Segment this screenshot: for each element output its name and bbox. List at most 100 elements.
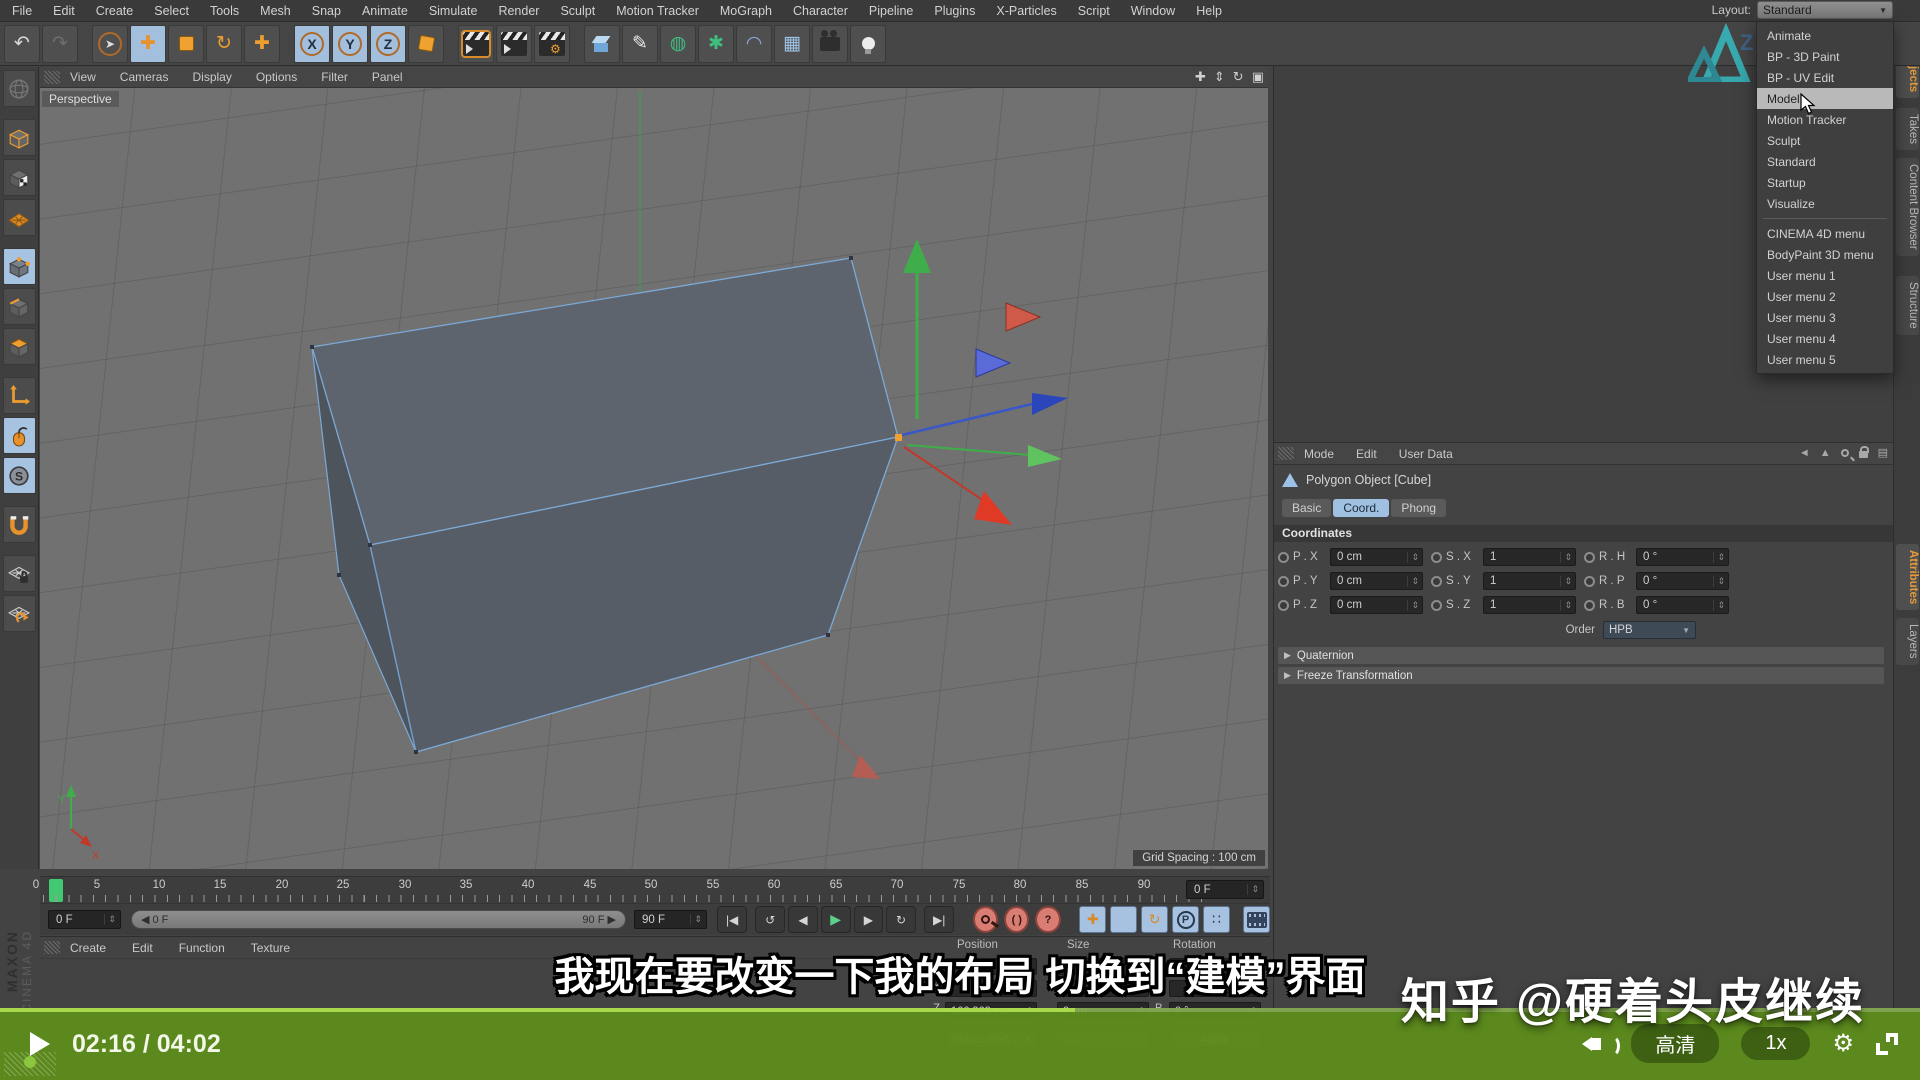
previous-key-button[interactable]: ↺	[755, 906, 785, 933]
sx-field[interactable]: 1⇕	[1483, 548, 1576, 566]
add-mograph-button[interactable]: ✱	[698, 25, 734, 63]
menu-pipeline[interactable]: Pipeline	[869, 4, 913, 18]
redo-button[interactable]: ↷	[42, 25, 78, 63]
texture-mode-button[interactable]	[3, 159, 36, 196]
last-tool-button[interactable]: ✚	[244, 25, 280, 63]
key-position-toggle[interactable]: ✚	[1079, 906, 1106, 933]
stepper-icon[interactable]: ⇕	[104, 914, 116, 925]
px-field[interactable]: 0 cm⇕	[1330, 548, 1423, 566]
pz-field[interactable]: 0 cm⇕	[1330, 596, 1423, 614]
layout-item-user-menu-3[interactable]: User menu 3	[1757, 307, 1893, 328]
menu-help[interactable]: Help	[1196, 4, 1222, 18]
end-frame-field[interactable]: 90 F⇕	[634, 910, 707, 929]
menu-window[interactable]: Window	[1131, 4, 1175, 18]
move-tool-button[interactable]: ✚	[130, 25, 166, 63]
layout-item-model[interactable]: Model	[1757, 88, 1893, 109]
menu-file[interactable]: File	[12, 4, 32, 18]
scale-tool-button[interactable]	[168, 25, 204, 63]
tab-attributes[interactable]: Attributes	[1896, 544, 1919, 610]
add-camera-button[interactable]	[812, 25, 848, 63]
lock-icon[interactable]	[1859, 451, 1868, 458]
layout-item-user-menu-5[interactable]: User menu 5	[1757, 349, 1893, 370]
panel-grip[interactable]	[44, 71, 60, 84]
player-settings-icon[interactable]: ⚙	[1832, 1029, 1854, 1058]
previous-frame-button[interactable]: ◀	[788, 906, 818, 933]
rb-field[interactable]: 0 °⇕	[1636, 596, 1729, 614]
planar-workplane-button[interactable]	[3, 595, 36, 632]
viewport-zoom-icon[interactable]: ⇕	[1214, 69, 1225, 85]
keyframe-selection-button[interactable]: ?	[1035, 906, 1060, 933]
lock-workplane-button[interactable]	[3, 555, 36, 592]
viewport-menu-display[interactable]: Display	[192, 70, 231, 84]
menu-create[interactable]: Create	[96, 4, 134, 18]
layout-item-startup[interactable]: Startup	[1757, 172, 1893, 193]
key-circle-icon[interactable]	[1584, 576, 1595, 587]
viewport-menu-cameras[interactable]: Cameras	[120, 70, 169, 84]
tab-phong[interactable]: Phong	[1391, 499, 1446, 517]
add-environment-button[interactable]: ▦	[774, 25, 810, 63]
stepper-icon[interactable]: ⇕	[1713, 552, 1725, 563]
key-parameter-toggle[interactable]: P	[1172, 906, 1199, 933]
stepper-icon[interactable]: ⇕	[1713, 576, 1725, 587]
next-frame-button[interactable]: ▶	[854, 906, 884, 933]
menu-sculpt[interactable]: Sculpt	[560, 4, 595, 18]
layout-item-animate[interactable]: Animate	[1757, 25, 1893, 46]
stepper-icon[interactable]: ⇕	[1407, 600, 1419, 611]
viewport-solo-button[interactable]	[3, 417, 36, 454]
viewport-menu-view[interactable]: View	[70, 70, 96, 84]
snapping-toggle-button[interactable]	[3, 506, 36, 543]
lock-x-axis-button[interactable]: X	[294, 25, 330, 63]
stepper-icon[interactable]: ⇕	[1407, 576, 1419, 587]
viewport-menu-panel[interactable]: Panel	[372, 70, 403, 84]
autokey-button[interactable]: ( )	[1004, 906, 1029, 933]
layout-item-cinema4d-menu[interactable]: CINEMA 4D menu	[1757, 223, 1893, 244]
current-frame-field[interactable]: 0 F⇕	[48, 910, 121, 929]
workplane-mode-button[interactable]	[3, 199, 36, 236]
layout-item-bodypaint-menu[interactable]: BodyPaint 3D menu	[1757, 244, 1893, 265]
stepper-icon[interactable]: ⇕	[1560, 576, 1572, 587]
stepper-icon[interactable]: ⇕	[1713, 600, 1725, 611]
viewport-maximize-icon[interactable]: ▣	[1252, 69, 1264, 85]
timeline-window-button[interactable]	[1243, 906, 1270, 933]
menu-snap[interactable]: Snap	[312, 4, 341, 18]
viewport-menu-options[interactable]: Options	[256, 70, 297, 84]
render-view-button[interactable]	[458, 25, 494, 63]
selected-point[interactable]	[895, 434, 902, 441]
add-spline-button[interactable]: ✎	[622, 25, 658, 63]
am-menu-userdata[interactable]: User Data	[1399, 447, 1453, 461]
key-scale-toggle[interactable]	[1110, 906, 1137, 933]
layout-item-bp-3d-paint[interactable]: BP - 3D Paint	[1757, 46, 1893, 67]
panel-grip[interactable]	[1278, 447, 1294, 460]
layout-item-visualize[interactable]: Visualize	[1757, 193, 1893, 214]
key-circle-icon[interactable]	[1584, 600, 1595, 611]
play-button[interactable]: ▶	[821, 906, 851, 933]
menu-tools[interactable]: Tools	[210, 4, 239, 18]
ruler-frame-field[interactable]: 0 F⇕	[1186, 880, 1264, 899]
goto-end-button[interactable]: ▶|	[924, 906, 954, 933]
add-subdivision-surface-button[interactable]: ◍	[660, 25, 696, 63]
key-circle-icon[interactable]	[1278, 600, 1289, 611]
menu-character[interactable]: Character	[793, 4, 848, 18]
key-rotation-toggle[interactable]: ↻	[1141, 906, 1168, 933]
key-circle-icon[interactable]	[1584, 552, 1595, 563]
coordinates-section-header[interactable]: Coordinates	[1274, 525, 1894, 542]
stepper-icon[interactable]: ⇕	[690, 914, 702, 925]
menu-mesh[interactable]: Mesh	[260, 4, 291, 18]
key-circle-icon[interactable]	[1431, 600, 1442, 611]
lock-z-axis-button[interactable]: Z	[370, 25, 406, 63]
stepper-icon[interactable]: ⇕	[1407, 552, 1419, 563]
key-circle-icon[interactable]	[1278, 576, 1289, 587]
menu-animate[interactable]: Animate	[362, 4, 408, 18]
viewport-orbit-icon[interactable]: ↻	[1233, 69, 1244, 85]
menu-edit[interactable]: Edit	[53, 4, 75, 18]
rotate-tool-button[interactable]: ↻	[206, 25, 242, 63]
add-deformer-button[interactable]: ◠	[736, 25, 772, 63]
am-menu-mode[interactable]: Mode	[1304, 447, 1334, 461]
tab-basic[interactable]: Basic	[1282, 499, 1331, 517]
history-back-icon[interactable]: ◄	[1799, 447, 1810, 459]
freeze-transformation-section[interactable]: ▶ Freeze Transformation	[1278, 667, 1884, 684]
layout-item-motion-tracker[interactable]: Motion Tracker	[1757, 109, 1893, 130]
stepper-icon[interactable]: ⇕	[1247, 884, 1259, 895]
preview-range-slider[interactable]: ◀ 0 F 90 F ▶	[131, 910, 626, 929]
stepper-icon[interactable]: ⇕	[1560, 600, 1572, 611]
